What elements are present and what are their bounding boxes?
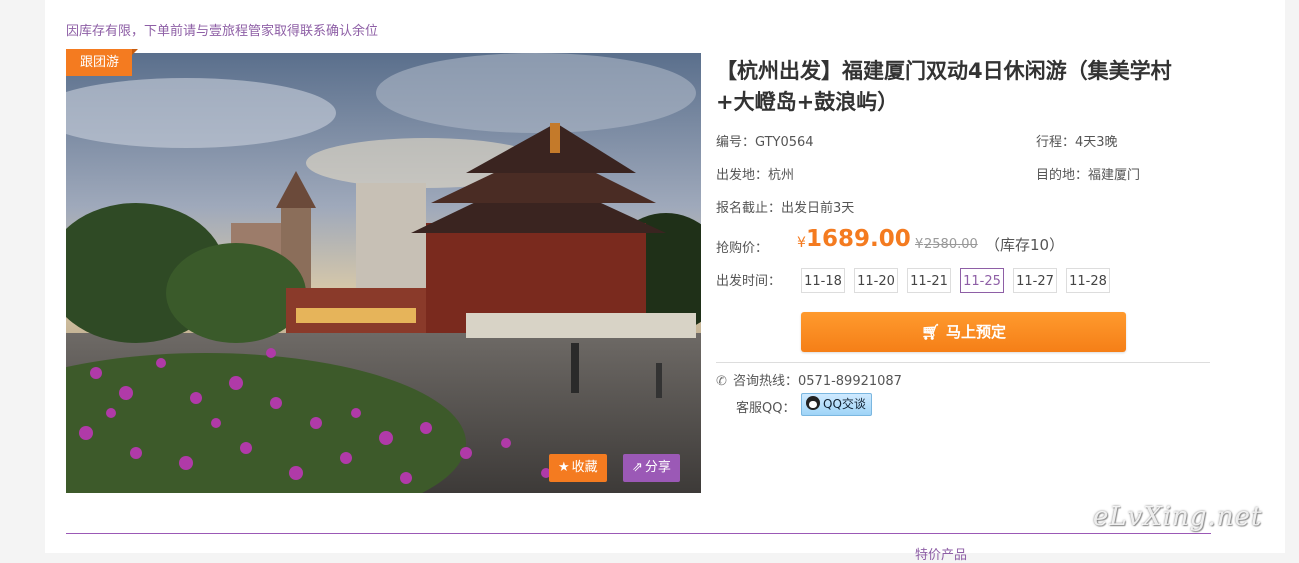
stock-notice: 因库存有限，下单前请与壹旅程管家取得联系确认余位: [66, 24, 379, 39]
divider: [716, 362, 1210, 363]
original-price: 2580.00: [924, 237, 978, 252]
original-price-currency: ¥: [915, 237, 924, 252]
date-option[interactable]: 11-18: [801, 268, 845, 293]
cart-icon: 🛒︎: [920, 323, 941, 341]
qq-chat-button[interactable]: QQ交谈: [801, 393, 872, 416]
hotline: ✆ 咨询热线：0571-89921087: [716, 370, 902, 389]
signup-deadline: 报名截止：出发日前3天: [716, 201, 855, 216]
favorite-button[interactable]: ★ 收藏: [549, 454, 607, 482]
date-option[interactable]: 11-28: [1066, 268, 1110, 293]
star-icon: ★: [558, 460, 570, 475]
departure-city: 出发地：杭州: [716, 168, 795, 183]
stock-count: （库存10）: [985, 236, 1065, 254]
date-option[interactable]: 11-21: [907, 268, 951, 293]
current-price: 1689.00: [806, 226, 911, 252]
group-tour-badge: 跟团游: [66, 49, 139, 76]
date-option[interactable]: 11-20: [854, 268, 898, 293]
date-option-selected[interactable]: 11-25: [960, 268, 1004, 293]
book-now-button[interactable]: 🛒︎ 马上预定: [801, 312, 1126, 352]
qq-penguin-icon: [806, 396, 820, 410]
share-button[interactable]: ⇗ 分享: [623, 454, 680, 482]
share-label: 分享: [644, 460, 671, 475]
price-currency: ¥: [797, 235, 806, 251]
share-icon: ⇗: [632, 460, 643, 475]
tour-photo: [66, 53, 701, 493]
tab-special-offers[interactable]: 特价产品: [915, 544, 967, 563]
favorite-label: 收藏: [571, 460, 598, 475]
product-title: 【杭州出发】福建厦门双动4日休闲游（集美学村+大嶝岛+鼓浪屿）: [716, 59, 1172, 114]
section-divider: [66, 533, 1211, 534]
destination: 目的地：福建厦门: [1036, 168, 1141, 183]
qq-label: 客服QQ：: [736, 401, 796, 416]
phone-icon: ✆: [716, 374, 727, 389]
price-label: 抢购价：: [716, 241, 769, 256]
product-code: 编号：GTY0564: [716, 135, 814, 150]
date-option[interactable]: 11-27: [1013, 268, 1057, 293]
trip-duration: 行程：4天3晚: [1036, 135, 1118, 150]
qq-chat-label: QQ交谈: [823, 397, 866, 411]
hotline-text: 咨询热线：0571-89921087: [733, 374, 902, 389]
book-now-label: 马上预定: [946, 323, 1007, 341]
departure-dates-label: 出发时间：: [716, 274, 782, 289]
site-watermark: eLvXing.net: [1093, 502, 1263, 532]
